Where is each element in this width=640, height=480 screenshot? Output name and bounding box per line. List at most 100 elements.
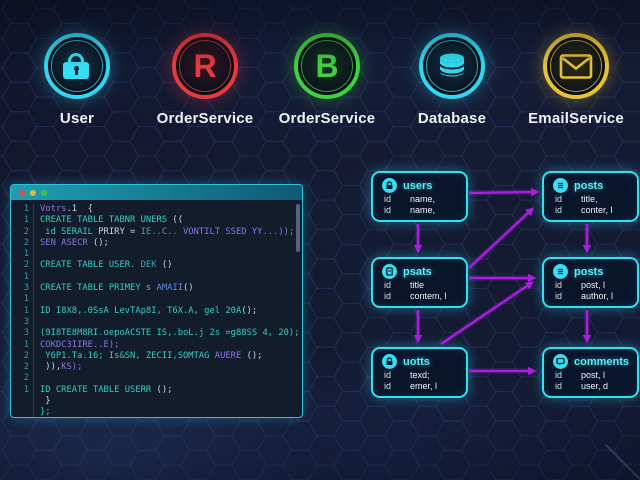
code-text: Y6P1.Ta.16; Is&SN, ZECII,SOMTAG AUERE ()… [40,350,263,361]
code-editor-window: 1 Votrs.1 {1 CREATE TABLE TABNR UNERS ((2 … [10,184,303,418]
inner-ring [301,40,353,92]
table-row: id contem, l [373,291,466,302]
column-key: id [384,381,392,391]
table-row: id conter, l [544,205,637,216]
code-line: 1 [13,249,300,261]
line-number: 2 [13,226,34,238]
service-circle [419,33,485,99]
line-number [13,396,34,408]
service-label: Database [417,110,487,127]
scrollbar[interactable] [296,204,300,252]
inner-ring [550,40,602,92]
code-line: 1 ID I8X8,.0SsA LevTAp8I, T6X.A, gel 20A(… [13,305,300,317]
column-key: id [555,370,563,380]
table-title: posts [574,179,604,192]
column-key: id [555,280,563,290]
line-number [13,407,34,417]
service-label: OrderService [156,110,254,127]
service-node-orderservice: B OrderService [262,33,392,127]
column-key: id [384,291,392,301]
table-box-posts_mid: posts id post, l id author, l [542,257,639,308]
code-line: 2 CREATE TABLE USER. DEK () [13,260,300,272]
code-line: 3 (9I8TE8M8RI.oepoACSTE IS,.boL.j 2s =g88… [13,328,300,340]
table-box-posts_top: posts id title, id conter, l [542,171,639,222]
column-value: name, [410,205,436,215]
line-number: 2 [13,350,34,363]
service-label: OrderService [278,110,376,127]
inner-ring [426,40,478,92]
code-text: ID I8X8,.0SsA LevTAp8I, T6X.A, gel 20A()… [40,305,258,316]
column-value: title, [581,194,598,204]
column-key: id [555,194,563,204]
code-text: } [40,396,51,407]
service-label: User [59,110,95,127]
code-line: } [13,396,300,408]
table-row: id emer, l [373,381,466,392]
inner-ring [179,40,231,92]
service-circle [543,33,609,99]
table-row: id texd; [373,370,466,381]
service-label: EmailService [528,110,624,127]
code-line: 2 id SERAIL PRIRY = IE..C.. VONTILT SSED… [13,226,300,238]
table-header: psats [373,259,466,280]
line-number: 1 [13,294,34,306]
table-title: posts [574,265,604,278]
list-icon [553,178,568,193]
code-text: COKDC3IIRE..E); [40,339,120,350]
code-text: )),KS); [40,362,83,373]
table-row: id post, l [544,370,637,381]
table-row: id user, d [544,381,637,392]
column-value: title [410,280,425,290]
code-text: id SERAIL PRIRY = IE..C.. VONTILT SSED Y… [40,226,295,237]
column-key: id [384,280,392,290]
line-number: 2 [13,373,34,385]
line-number: 1 [13,339,34,351]
line-number: 3 [13,283,34,295]
code-line: 2 SEN ASECR (); [13,237,300,250]
maximize-button[interactable] [41,189,47,196]
table-box-users: users id name, id name, [371,171,468,222]
code-text: (9I8TE8M8RI.oepoACSTE IS,.boL.j 2s =g88S… [40,328,300,339]
code-line: 2 Y6P1.Ta.16; Is&SN, ZECII,SOMTAG AUERE … [13,350,300,363]
table-row: id name, [373,205,466,216]
column-value: name, [410,194,436,204]
table-row: id name, [373,194,466,205]
lock-icon [63,53,91,79]
code-line: 1 [13,271,300,284]
column-key: id [555,205,563,215]
column-value: post, l [581,370,606,380]
column-key: id [384,194,392,204]
lock-icon [382,354,397,369]
table-box-comments: comments id post, l id user, d [542,347,639,398]
column-value: user, d [581,381,609,391]
column-value: post, l [581,280,606,290]
clipboard-icon [382,264,397,279]
table-row: id author, l [544,291,637,302]
table-box-psats: psats id title id contem, l [371,257,468,308]
table-header: uotts [373,349,466,370]
code-line: 1 ID CREATE TABLE USERR (); [13,384,300,397]
table-row: id title, [544,194,637,205]
line-number: 1 [13,215,34,227]
close-button[interactable] [19,189,25,196]
table-header: users [373,173,466,194]
service-circle [44,33,110,99]
column-value: author, l [581,291,614,301]
line-number: 1 [13,271,34,284]
line-number: 3 [13,316,34,329]
column-key: id [384,370,392,380]
table-row: id post, l [544,280,637,291]
column-value: emer, l [410,381,438,391]
line-number: 3 [13,328,34,340]
table-box-uots: uotts id texd; id emer, l [371,347,468,398]
table-title: comments [574,355,630,368]
minimize-button[interactable] [30,189,36,196]
line-number: 2 [13,260,34,272]
code-line: 1 COKDC3IIRE..E); [13,339,300,351]
column-value: conter, l [581,205,613,215]
code-line: 3 CREATE TABLE PRIMEY s AMAII() [13,283,300,295]
